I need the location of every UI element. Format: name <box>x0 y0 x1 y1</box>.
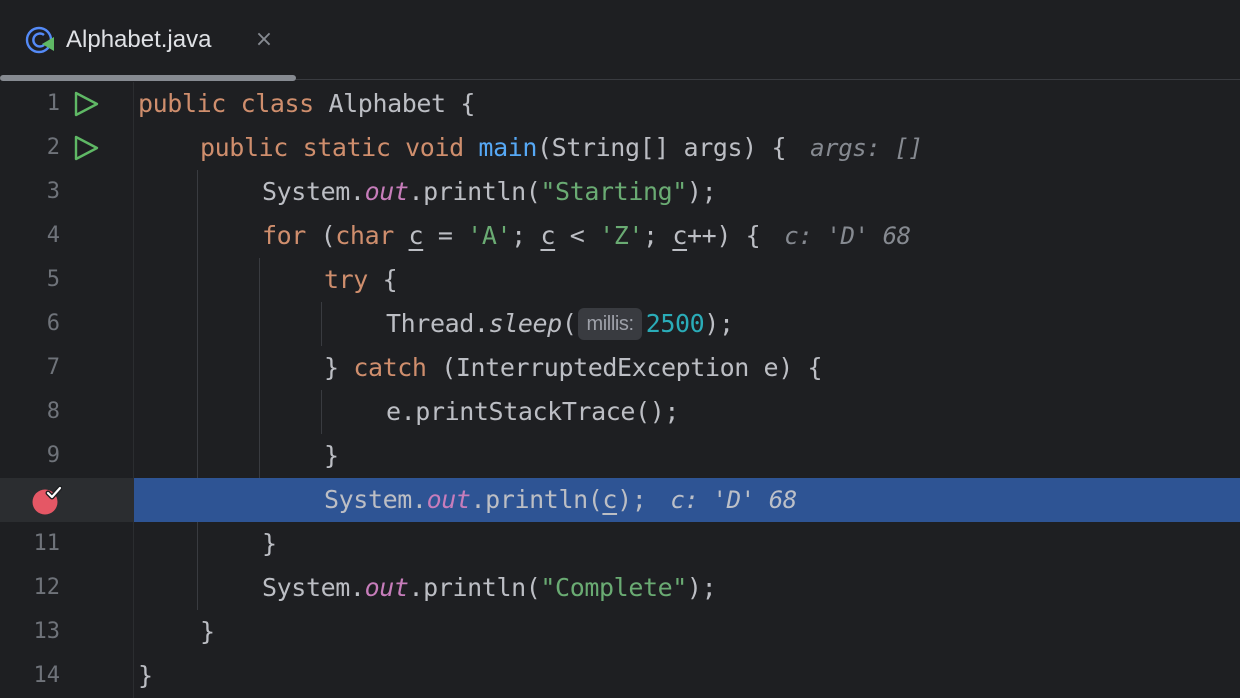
tab-label: Alphabet.java <box>66 26 212 53</box>
code-line-6[interactable]: 6 Thread.sleep(millis: 2500); <box>0 302 1240 346</box>
code-text: System.out.println(c); c: 'D' 68 <box>324 485 797 514</box>
java-class-icon <box>25 26 54 54</box>
code-editor[interactable]: 1 public class Alphabet { 2 public stati… <box>0 82 1240 698</box>
code-text: public static void main(String[] args) {… <box>200 133 923 162</box>
line-number: 5 <box>46 267 60 292</box>
line-number: 1 <box>46 91 60 116</box>
code-line-2[interactable]: 2 public static void main(String[] args)… <box>0 126 1240 170</box>
code-text: } catch (InterruptedException e) { <box>324 353 823 382</box>
code-text: } <box>324 441 339 470</box>
breakpoint-hit-icon[interactable] <box>30 484 62 516</box>
code-text: try { <box>324 265 398 294</box>
code-line-1[interactable]: 1 public class Alphabet { <box>0 82 1240 126</box>
code-line-9[interactable]: 9 } <box>0 434 1240 478</box>
run-gutter-icon[interactable] <box>72 91 100 117</box>
code-text: Thread.sleep(millis: 2500); <box>386 308 734 340</box>
gutter-separator <box>133 82 134 698</box>
line-number: 6 <box>46 311 60 336</box>
code-text: System.out.println("Complete"); <box>262 573 717 602</box>
code-line-12[interactable]: 12 System.out.println("Complete"); <box>0 566 1240 610</box>
code-text: for (char c = 'A'; c < 'Z'; c++) {c: 'D'… <box>262 221 911 250</box>
line-number: 7 <box>46 355 60 380</box>
close-icon[interactable]: × <box>252 28 276 52</box>
run-gutter-icon[interactable] <box>72 135 100 161</box>
code-line-5[interactable]: 5 try { <box>0 258 1240 302</box>
code-line-7[interactable]: 7 } catch (InterruptedException e) { <box>0 346 1240 390</box>
code-text: System.out.println("Starting"); <box>262 177 717 206</box>
line-number: 2 <box>46 135 60 160</box>
tab-alphabet-java[interactable]: Alphabet.java × <box>0 0 296 81</box>
code-line-8[interactable]: 8 e.printStackTrace(); <box>0 390 1240 434</box>
line-number: 11 <box>33 531 61 556</box>
code-line-11[interactable]: 11 } <box>0 522 1240 566</box>
code-line-13[interactable]: 13 } <box>0 610 1240 654</box>
code-line-3[interactable]: 3 System.out.println("Starting"); <box>0 170 1240 214</box>
code-text: } <box>200 617 215 646</box>
inline-debug-value: c: 'D' 68 <box>784 222 911 250</box>
line-number: 4 <box>46 223 60 248</box>
line-number: 12 <box>33 575 61 600</box>
code-text: } <box>262 529 277 558</box>
inline-debug-value: args: [] <box>810 134 923 162</box>
line-number: 9 <box>46 443 60 468</box>
code-text: } <box>138 661 153 690</box>
line-number: 13 <box>33 619 61 644</box>
gutter-background <box>0 478 134 522</box>
code-line-14[interactable]: 14 } <box>0 654 1240 698</box>
line-number: 3 <box>46 179 60 204</box>
parameter-hint: millis: <box>578 308 642 340</box>
code-text: e.printStackTrace(); <box>386 397 680 426</box>
line-number: 14 <box>33 663 61 688</box>
editor-tab-bar: Alphabet.java × <box>0 0 1240 81</box>
inline-debug-value: c: 'D' 68 <box>670 486 797 514</box>
code-line-4[interactable]: 4 for (char c = 'A'; c < 'Z'; c++) {c: '… <box>0 214 1240 258</box>
execution-line[interactable]: System.out.println(c); c: 'D' 68 <box>0 478 1240 522</box>
line-number: 8 <box>46 399 60 424</box>
active-tab-indicator <box>0 75 296 81</box>
code-text: public class Alphabet { <box>138 89 476 118</box>
